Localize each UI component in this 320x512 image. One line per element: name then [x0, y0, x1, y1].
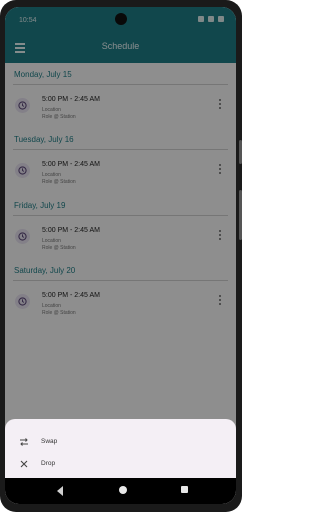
system-nav-bar	[5, 478, 236, 504]
back-icon[interactable]	[57, 486, 63, 496]
bottom-sheet: Swap Drop	[5, 419, 236, 478]
screen: 10:54 Schedule Monday, July 15 5:00 PM -…	[5, 7, 236, 504]
swap-option[interactable]: Swap	[19, 437, 189, 449]
recents-icon[interactable]	[181, 486, 188, 493]
phone-device: 10:54 Schedule Monday, July 15 5:00 PM -…	[0, 0, 242, 512]
power-button	[239, 190, 242, 240]
drop-option[interactable]: Drop	[19, 459, 189, 471]
close-icon	[20, 460, 28, 468]
home-icon[interactable]	[119, 486, 127, 494]
swap-label: Swap	[41, 438, 58, 445]
drop-label: Drop	[41, 460, 56, 467]
swap-icon	[20, 438, 28, 446]
volume-button	[239, 140, 242, 164]
